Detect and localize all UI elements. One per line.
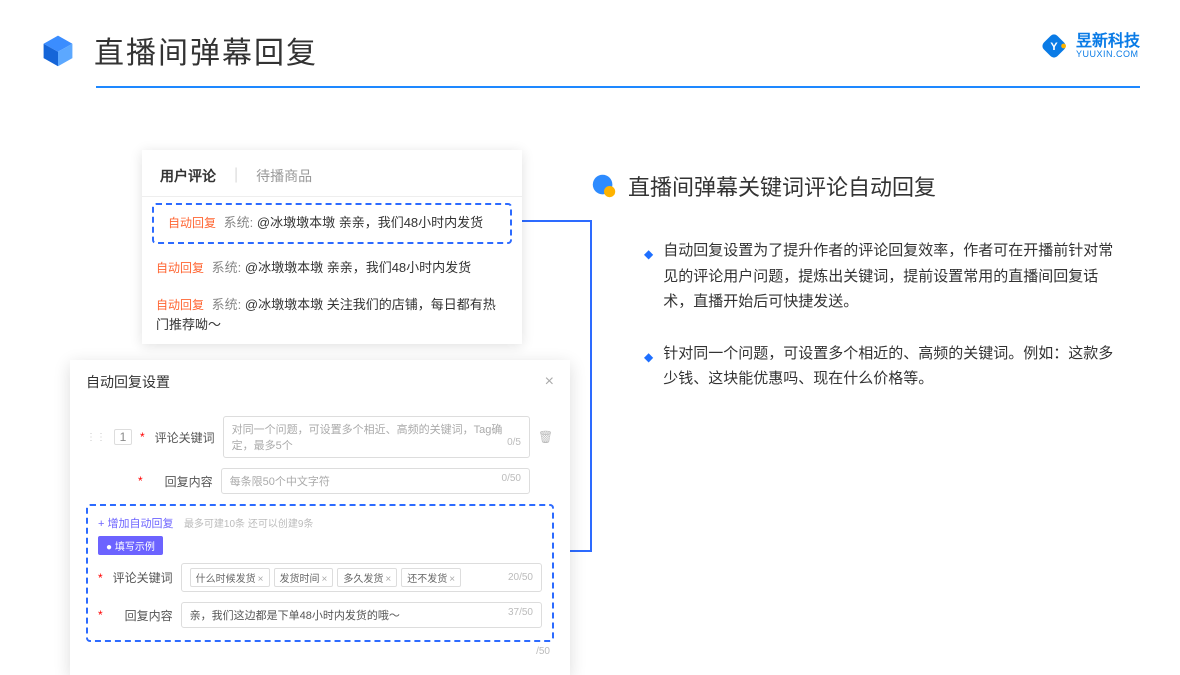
example-box: + 增加自动回复 最多可建10条 还可以创建9条 ● 填写示例 * 评论关键词 … — [86, 504, 554, 642]
diamond-icon: ◆ — [644, 244, 653, 315]
auto-reply-tag: 自动回复 — [168, 216, 216, 230]
auto-reply-settings-card: 自动回复设置 × ⋮⋮ 1 * 评论关键词 对同一个问题，可设置多个相近、高频的… — [70, 360, 570, 675]
brand-diamond-icon: Y — [1038, 30, 1070, 62]
example-keyword-label: 评论关键词 — [113, 569, 173, 586]
keyword-chips: 什么时候发货× 发货时间× 多久发货× 还不发货× — [190, 568, 461, 587]
brand-name-en: YUUXIN.COM — [1076, 50, 1140, 59]
char-counter: 0/5 — [507, 437, 521, 448]
index-badge: 1 — [114, 429, 132, 445]
section-title: 直播间弹幕关键词评论自动回复 — [628, 170, 936, 202]
keyword-chip[interactable]: 发货时间× — [274, 568, 334, 587]
example-keyword-input[interactable]: 什么时候发货× 发货时间× 多久发货× 还不发货× 20/50 — [181, 563, 542, 592]
bullet-item: ◆ 针对同一个问题，可设置多个相近的、高频的关键词。例如：这款多少钱、这块能优惠… — [590, 341, 1120, 392]
char-counter: 37/50 — [508, 607, 533, 618]
keyword-input[interactable]: 对同一个问题，可设置多个相近、高频的关键词，Tag确定，最多5个 0/5 — [223, 416, 530, 458]
system-label: 系统: — [212, 260, 242, 275]
add-auto-reply-link[interactable]: + 增加自动回复 — [98, 518, 173, 530]
auto-reply-tag: 自动回复 — [156, 298, 204, 312]
char-counter: 0/50 — [502, 473, 521, 484]
bullet-text: 自动回复设置为了提升作者的评论回复效率，作者可在开播前针对常见的评论用户问题，提… — [663, 238, 1120, 315]
reply-content-input[interactable]: 每条限50个中文字符 0/50 — [221, 468, 530, 494]
comments-card: 用户评论 | 待播商品 自动回复 系统: @冰墩墩本墩 亲亲，我们48小时内发货… — [142, 150, 522, 344]
required-mark: * — [98, 571, 103, 585]
comment-row: 自动回复 系统: @冰墩墩本墩 关注我们的店铺，每日都有热门推荐呦～ — [142, 287, 522, 345]
add-hint: 最多可建10条 还可以创建9条 — [184, 519, 313, 530]
reply-content-label: 回复内容 — [153, 473, 213, 490]
svg-text:Y: Y — [1050, 41, 1058, 53]
required-mark: * — [138, 474, 143, 488]
example-reply-input[interactable]: 亲，我们这边都是下单48小时内发货的哦～ 37/50 — [181, 602, 542, 628]
brand-name-cn: 昱新科技 — [1076, 34, 1140, 50]
required-mark: * — [98, 608, 103, 622]
comment-text: @冰墩墩本墩 关注我们的店铺，每日都有热门推荐呦～ — [156, 297, 496, 333]
keyword-chip[interactable]: 什么时候发货× — [190, 568, 270, 587]
header-rule — [96, 86, 1140, 88]
tab-divider: | — [234, 166, 238, 192]
connector-line — [570, 550, 592, 552]
comment-text: @冰墩墩本墩 亲亲，我们48小时内发货 — [245, 260, 471, 275]
trash-icon[interactable]: 🗑 — [538, 430, 554, 444]
diamond-icon: ◆ — [644, 347, 653, 392]
bullet-item: ◆ 自动回复设置为了提升作者的评论回复效率，作者可在开播前针对常见的评论用户问题… — [590, 238, 1120, 315]
example-pill: ● 填写示例 — [98, 536, 163, 555]
system-label: 系统: — [212, 297, 242, 312]
comment-row: 自动回复 系统: @冰墩墩本墩 亲亲，我们48小时内发货 — [142, 250, 522, 287]
char-counter: 20/50 — [508, 572, 533, 583]
brand-logo: Y 昱新科技 YUUXIN.COM — [1038, 30, 1140, 62]
settings-title: 自动回复设置 — [86, 372, 170, 392]
bullet-text: 针对同一个问题，可设置多个相近的、高频的关键词。例如：这款多少钱、这块能优惠吗、… — [663, 341, 1120, 392]
keyword-label: 评论关键词 — [155, 429, 215, 446]
comment-row-highlighted: 自动回复 系统: @冰墩墩本墩 亲亲，我们48小时内发货 — [152, 203, 512, 244]
system-label: 系统: — [224, 215, 254, 230]
trailing-counter: /50 — [86, 646, 554, 657]
bubble-icon — [590, 172, 618, 200]
page-title: 直播间弹幕回复 — [94, 28, 318, 72]
comment-text: @冰墩墩本墩 亲亲，我们48小时内发货 — [257, 215, 483, 230]
tab-pending-products[interactable]: 待播商品 — [256, 166, 312, 192]
tab-user-comments[interactable]: 用户评论 — [160, 166, 216, 192]
cube-icon — [40, 32, 76, 68]
keyword-chip[interactable]: 多久发货× — [337, 568, 397, 587]
auto-reply-tag: 自动回复 — [156, 261, 204, 275]
example-reply-label: 回复内容 — [113, 607, 173, 624]
drag-handle-icon[interactable]: ⋮⋮ — [86, 432, 106, 443]
close-icon[interactable]: × — [545, 373, 554, 391]
keyword-chip[interactable]: 还不发货× — [401, 568, 461, 587]
required-mark: * — [140, 430, 145, 444]
